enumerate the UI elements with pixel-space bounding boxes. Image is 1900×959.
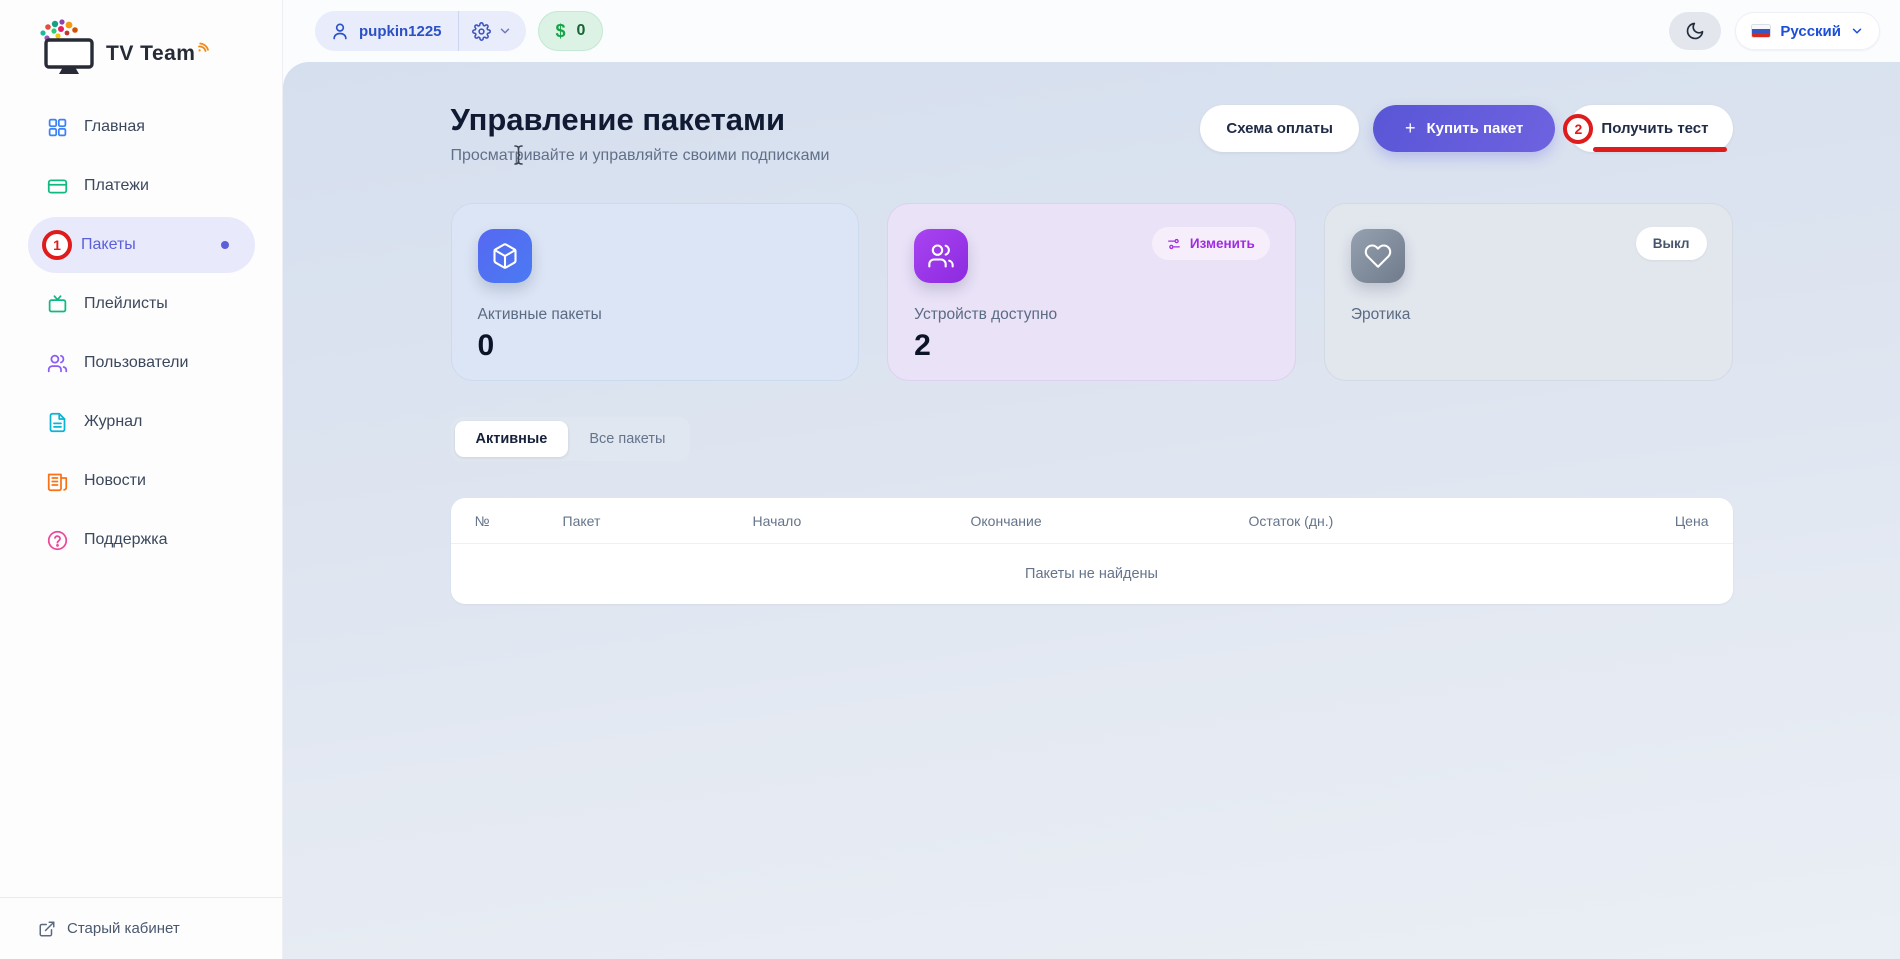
status-badge-off: Выкл xyxy=(1636,227,1707,260)
erotica-card: Выкл Эротика xyxy=(1324,203,1733,381)
active-packages-card: Активные пакеты 0 xyxy=(451,203,860,381)
card-value: 2 xyxy=(914,329,1269,363)
old-cabinet-link[interactable]: Старый кабинет xyxy=(0,897,282,959)
sidebar-item-packages[interactable]: 1 Пакеты xyxy=(28,217,255,273)
language-selector[interactable]: Русский xyxy=(1735,12,1880,50)
credit-card-icon xyxy=(45,174,69,198)
page-subtitle: Просматривайте и управляйте своими подпи… xyxy=(451,147,830,165)
packages-tabs: Активные Все пакеты xyxy=(451,417,691,461)
card-label: Активные пакеты xyxy=(478,306,833,324)
plus-icon: + xyxy=(1405,118,1416,139)
brand-logo: TV Team xyxy=(0,0,282,80)
language-label: Русский xyxy=(1780,23,1841,40)
help-circle-icon xyxy=(45,528,69,552)
topbar: pupkin1225 $ 0 xyxy=(283,0,1900,62)
main-panel: Управление пакетами Просматривайте и упр… xyxy=(283,62,1900,959)
balance-value: 0 xyxy=(577,22,586,40)
newspaper-icon xyxy=(45,469,69,493)
annotation-underline xyxy=(1593,147,1726,152)
moon-icon xyxy=(1685,21,1705,41)
sidebar-item-home[interactable]: Главная xyxy=(28,99,255,155)
sidebar-item-label: Платежи xyxy=(84,177,149,195)
package-icon xyxy=(478,229,532,283)
col-package: Пакет xyxy=(563,513,753,529)
sidebar-nav: Главная Платежи 1 Пакеты Плейлисты xyxy=(0,96,282,571)
dark-mode-toggle[interactable] xyxy=(1669,12,1721,50)
table-empty-message: Пакеты не найдены xyxy=(451,544,1733,604)
buy-package-label: Купить пакет xyxy=(1426,120,1523,137)
chevron-down-icon xyxy=(498,24,512,38)
devices-card: Изменить Устройств доступно 2 xyxy=(887,203,1296,381)
sidebar-item-journal[interactable]: Журнал xyxy=(28,394,255,450)
annotation-step-2: 2 xyxy=(1563,114,1593,144)
wifi-icon xyxy=(197,40,210,53)
tab-all-packages[interactable]: Все пакеты xyxy=(568,421,686,457)
sidebar-item-news[interactable]: Новости xyxy=(28,453,255,509)
brand-name: TV Team xyxy=(106,42,195,66)
russia-flag-icon xyxy=(1751,24,1771,38)
card-label: Эротика xyxy=(1351,306,1706,324)
payment-scheme-label: Схема оплаты xyxy=(1226,120,1333,137)
tv-icon xyxy=(45,292,69,316)
edit-devices-label: Изменить xyxy=(1190,236,1255,251)
sidebar-item-label: Пользователи xyxy=(84,354,188,372)
balance-chip[interactable]: $ 0 xyxy=(538,11,604,51)
gear-icon xyxy=(472,22,491,41)
tv-team-logo-icon xyxy=(34,16,104,80)
devices-users-icon xyxy=(914,229,968,283)
packages-table: № Пакет Начало Окончание Остаток (дн.) Ц… xyxy=(451,498,1733,604)
chevron-down-icon xyxy=(1850,24,1864,38)
annotation-step-1: 1 xyxy=(42,230,72,260)
page-title: Управление пакетами xyxy=(451,102,830,138)
tab-active-packages[interactable]: Активные xyxy=(455,421,569,457)
dollar-icon: $ xyxy=(556,21,566,42)
card-value: 0 xyxy=(478,329,833,363)
table-header-row: № Пакет Начало Окончание Остаток (дн.) Ц… xyxy=(451,498,1733,544)
sidebar-item-label: Новости xyxy=(84,472,146,490)
col-end: Окончание xyxy=(971,513,1249,529)
sidebar-item-label: Поддержка xyxy=(84,531,167,549)
card-label: Устройств доступно xyxy=(914,306,1269,324)
col-days-left: Остаток (дн.) xyxy=(1249,513,1629,529)
sliders-icon xyxy=(1167,237,1181,251)
old-cabinet-label: Старый кабинет xyxy=(67,920,180,937)
document-icon xyxy=(45,410,69,434)
sidebar-item-support[interactable]: Поддержка xyxy=(28,512,255,568)
users-icon xyxy=(45,351,69,375)
sidebar-item-label: Главная xyxy=(84,118,145,136)
col-price: Цена xyxy=(1629,513,1709,529)
account-settings-button[interactable] xyxy=(459,11,526,51)
sidebar-item-label: Плейлисты xyxy=(84,295,168,313)
sidebar-item-users[interactable]: Пользователи xyxy=(28,335,255,391)
heart-icon xyxy=(1351,229,1405,283)
get-test-button[interactable]: 2 Получить тест xyxy=(1569,105,1732,152)
get-test-label: Получить тест xyxy=(1601,120,1708,137)
edit-devices-button[interactable]: Изменить xyxy=(1152,227,1270,260)
sidebar-item-label: Журнал xyxy=(84,413,142,431)
notification-dot xyxy=(221,241,229,249)
sidebar-item-playlists[interactable]: Плейлисты xyxy=(28,276,255,332)
col-start: Начало xyxy=(753,513,971,529)
payment-scheme-button[interactable]: Схема оплаты xyxy=(1200,105,1359,152)
sidebar: TV Team Главная Платежи xyxy=(0,0,283,959)
sidebar-item-payments[interactable]: Платежи xyxy=(28,158,255,214)
sidebar-item-label: Пакеты xyxy=(81,236,136,254)
col-number: № xyxy=(475,513,563,529)
external-link-icon xyxy=(38,920,56,938)
buy-package-button[interactable]: + Купить пакет xyxy=(1373,105,1555,152)
grid-icon xyxy=(45,115,69,139)
username-label: pupkin1225 xyxy=(359,23,442,40)
user-account-chip[interactable]: pupkin1225 xyxy=(315,11,526,51)
user-icon xyxy=(330,21,350,41)
